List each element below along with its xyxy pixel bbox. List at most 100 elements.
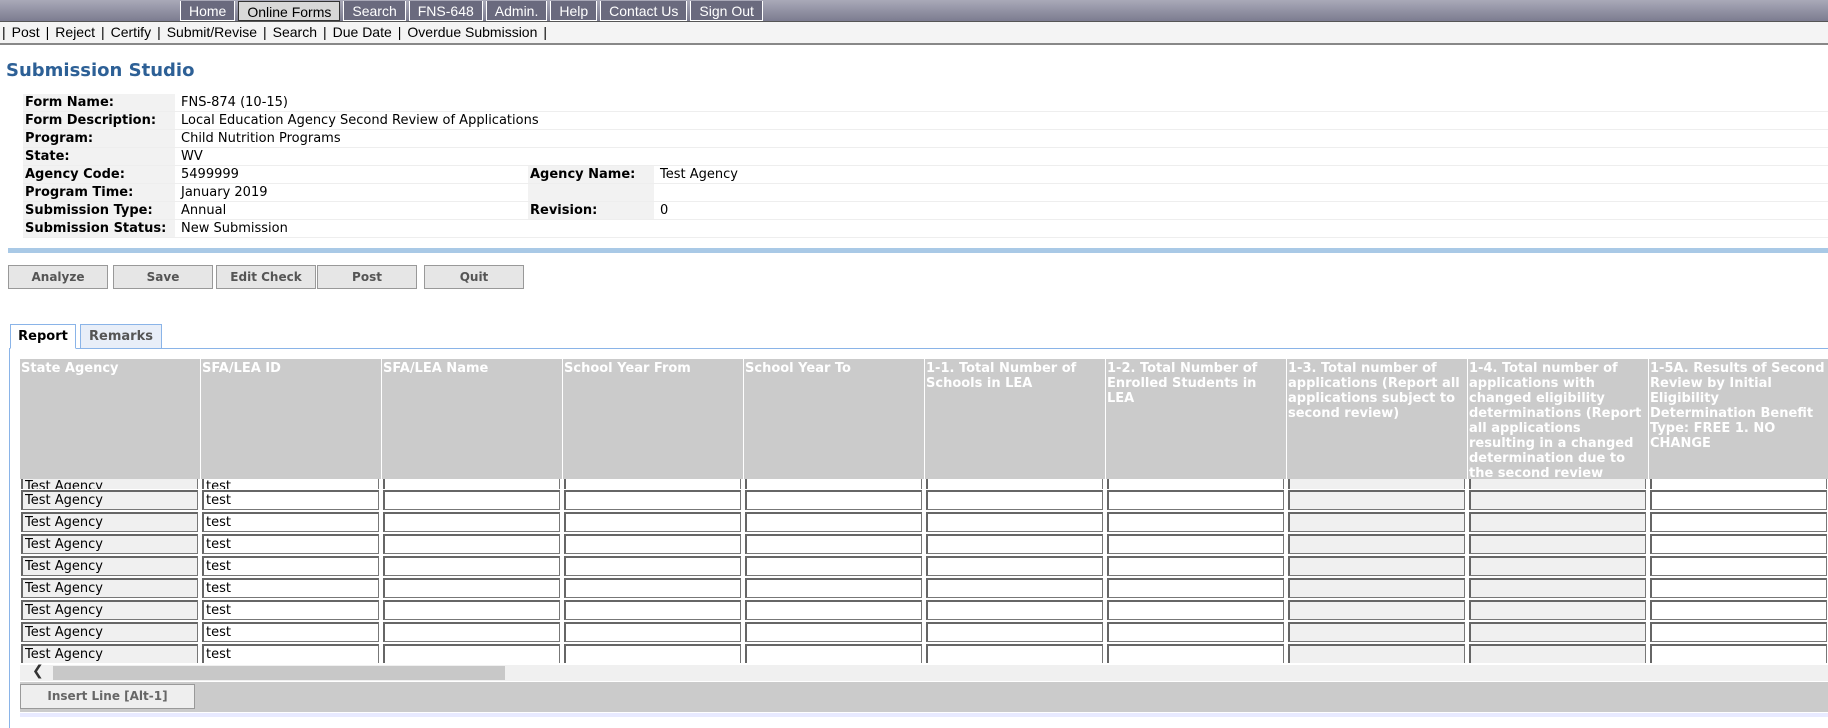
column-header[interactable]: 1-4. Total number of applications with c…	[1468, 359, 1649, 496]
nav-search[interactable]: Search	[343, 1, 406, 21]
cell-input[interactable]	[1288, 556, 1465, 576]
cell-input[interactable]	[1650, 512, 1827, 532]
cell-input[interactable]	[1107, 556, 1284, 576]
column-header[interactable]: 1-1. Total Number of Schools in LEA	[925, 359, 1106, 479]
nav-online-forms[interactable]: Online Forms	[238, 1, 341, 21]
column-header[interactable]: School Year To	[744, 359, 925, 479]
cell-input[interactable]	[745, 556, 922, 576]
cell-input[interactable]	[383, 644, 560, 663]
cell-input[interactable]	[1469, 600, 1646, 620]
cell-input[interactable]	[926, 512, 1103, 532]
column-header[interactable]: 1-3. Total number of applications (Repor…	[1287, 359, 1468, 479]
cell-input[interactable]	[202, 512, 379, 532]
cell-input[interactable]	[1469, 479, 1646, 489]
cell-input[interactable]	[383, 578, 560, 598]
cell-input[interactable]	[1650, 622, 1827, 642]
tab-report[interactable]: Report	[10, 324, 76, 349]
cell-input[interactable]	[1107, 479, 1284, 489]
subnav-submit-revise[interactable]: Submit/Revise	[167, 24, 257, 40]
cell-input[interactable]	[202, 556, 379, 576]
subnav-certify[interactable]: Certify	[111, 24, 151, 40]
cell-input[interactable]	[745, 644, 922, 663]
cell-input[interactable]	[926, 534, 1103, 554]
subnav-post[interactable]: Post	[12, 24, 40, 40]
cell-input[interactable]	[21, 479, 198, 489]
column-header[interactable]: SFA/LEA Name	[382, 359, 563, 479]
cell-input[interactable]	[202, 578, 379, 598]
cell-input[interactable]	[1469, 644, 1646, 663]
cell-input[interactable]	[564, 556, 741, 576]
cell-input[interactable]	[21, 490, 198, 510]
cell-input[interactable]	[202, 622, 379, 642]
quit-button[interactable]: Quit	[424, 265, 524, 289]
cell-input[interactable]	[745, 490, 922, 510]
cell-input[interactable]	[383, 479, 560, 489]
cell-input[interactable]	[1650, 534, 1827, 554]
cell-input[interactable]	[1288, 479, 1465, 489]
cell-input[interactable]	[202, 600, 379, 620]
column-header[interactable]: School Year From	[563, 359, 744, 479]
cell-input[interactable]	[1107, 644, 1284, 663]
cell-input[interactable]	[1288, 512, 1465, 532]
cell-input[interactable]	[21, 578, 198, 598]
cell-input[interactable]	[202, 479, 379, 489]
subnav-reject[interactable]: Reject	[55, 24, 95, 40]
cell-input[interactable]	[383, 556, 560, 576]
cell-input[interactable]	[745, 534, 922, 554]
nav-home[interactable]: Home	[180, 1, 236, 21]
cell-input[interactable]	[1107, 622, 1284, 642]
subnav-overdue-submission[interactable]: Overdue Submission	[407, 24, 537, 40]
cell-input[interactable]	[745, 479, 922, 489]
cell-input[interactable]	[1650, 644, 1827, 663]
cell-input[interactable]	[1650, 556, 1827, 576]
horizontal-scrollbar[interactable]: ❮	[20, 663, 1828, 681]
cell-input[interactable]	[1469, 490, 1646, 510]
nav-help[interactable]: Help	[550, 1, 598, 21]
cell-input[interactable]	[1469, 534, 1646, 554]
cell-input[interactable]	[1288, 600, 1465, 620]
cell-input[interactable]	[1288, 534, 1465, 554]
column-header[interactable]: 1-2. Total Number of Enrolled Students i…	[1106, 359, 1287, 479]
cell-input[interactable]	[564, 479, 741, 489]
cell-input[interactable]	[564, 578, 741, 598]
cell-input[interactable]	[1469, 556, 1646, 576]
cell-input[interactable]	[1107, 490, 1284, 510]
analyze-button[interactable]: Analyze	[8, 265, 108, 289]
nav-admin[interactable]: Admin.	[485, 1, 548, 21]
cell-input[interactable]	[745, 578, 922, 598]
tab-remarks[interactable]: Remarks	[80, 324, 162, 349]
cell-input[interactable]	[21, 644, 198, 663]
subnav-search[interactable]: Search	[273, 24, 317, 40]
cell-input[interactable]	[926, 490, 1103, 510]
cell-input[interactable]	[926, 578, 1103, 598]
cell-input[interactable]	[1469, 578, 1646, 598]
cell-input[interactable]	[745, 600, 922, 620]
cell-input[interactable]	[383, 622, 560, 642]
cell-input[interactable]	[564, 490, 741, 510]
cell-input[interactable]	[564, 512, 741, 532]
cell-input[interactable]	[1107, 534, 1284, 554]
cell-input[interactable]	[202, 534, 379, 554]
cell-input[interactable]	[1107, 512, 1284, 532]
cell-input[interactable]	[926, 479, 1103, 489]
column-header[interactable]: 1-5A. Results of Second Review by Initia…	[1649, 359, 1828, 479]
cell-input[interactable]	[926, 556, 1103, 576]
cell-input[interactable]	[1288, 490, 1465, 510]
cell-input[interactable]	[21, 556, 198, 576]
nav-fns-648[interactable]: FNS-648	[408, 1, 483, 21]
cell-input[interactable]	[1469, 622, 1646, 642]
cell-input[interactable]	[202, 644, 379, 663]
nav-contact-us[interactable]: Contact Us	[600, 1, 688, 21]
scrollbar-thumb[interactable]	[53, 666, 505, 680]
post-button[interactable]: Post	[317, 265, 417, 289]
cell-input[interactable]	[926, 644, 1103, 663]
cell-input[interactable]	[1650, 490, 1827, 510]
cell-input[interactable]	[1107, 578, 1284, 598]
cell-input[interactable]	[564, 534, 741, 554]
cell-input[interactable]	[745, 512, 922, 532]
subnav-due-date[interactable]: Due Date	[333, 24, 392, 40]
chevron-left-icon[interactable]: ❮	[32, 663, 44, 679]
cell-input[interactable]	[202, 490, 379, 510]
column-header[interactable]: SFA/LEA ID	[201, 359, 382, 479]
cell-input[interactable]	[21, 534, 198, 554]
